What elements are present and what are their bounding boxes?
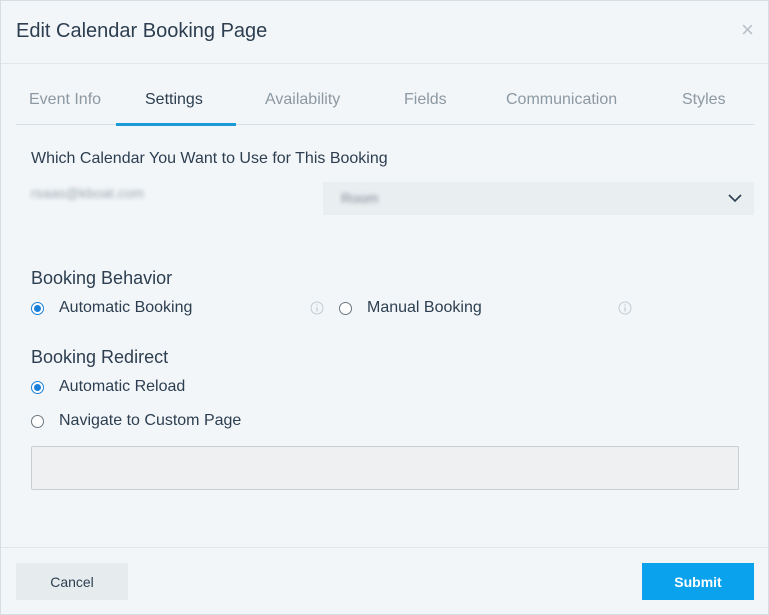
footer-divider [1,547,768,548]
custom-page-url-input[interactable] [31,446,739,490]
booking-behavior-heading: Booking Behavior [31,268,173,288]
dialog-header: Edit Calendar Booking Page × [1,1,768,64]
submit-button[interactable]: Submit [642,563,754,600]
booking-redirect-heading: Booking Redirect [31,347,169,367]
radio-button[interactable] [31,380,44,394]
radio-navigate-custom-page[interactable]: Navigate to Custom Page [31,412,241,430]
radio-button[interactable] [31,301,44,315]
tab-availability[interactable]: Availability [265,91,340,109]
info-icon[interactable] [310,301,324,315]
radio-label: Manual Booking [367,299,482,316]
radio-button[interactable] [31,414,44,428]
radio-manual-booking[interactable]: Manual Booking [339,299,482,317]
edit-booking-dialog: Edit Calendar Booking Page × Event Info … [0,0,769,615]
calendar-select[interactable]: Room [323,182,754,215]
calendar-label: Which Calendar You Want to Use for This … [31,150,388,167]
close-icon[interactable]: × [741,19,754,41]
tab-event-info[interactable]: Event Info [29,91,101,109]
calendar-account-email: rsaas@kboat.com [31,185,145,201]
calendar-select-value: Room [341,190,379,206]
active-tab-indicator [116,123,236,126]
dialog-title: Edit Calendar Booking Page [16,20,268,42]
chevron-down-icon [728,194,742,203]
radio-label: Automatic Booking [59,299,193,316]
radio-automatic-booking[interactable]: Automatic Booking [31,299,192,317]
radio-button[interactable] [339,301,352,315]
tab-bar: Event Info Settings Availability Fields … [16,79,754,126]
radio-automatic-reload[interactable]: Automatic Reload [31,378,185,396]
tab-fields[interactable]: Fields [404,91,447,109]
radio-label: Automatic Reload [59,378,186,395]
tab-styles[interactable]: Styles [682,91,726,109]
tab-settings[interactable]: Settings [145,91,203,109]
radio-label: Navigate to Custom Page [59,412,242,429]
info-icon[interactable] [618,301,632,315]
tab-communication[interactable]: Communication [506,91,617,109]
cancel-button[interactable]: Cancel [16,563,128,600]
